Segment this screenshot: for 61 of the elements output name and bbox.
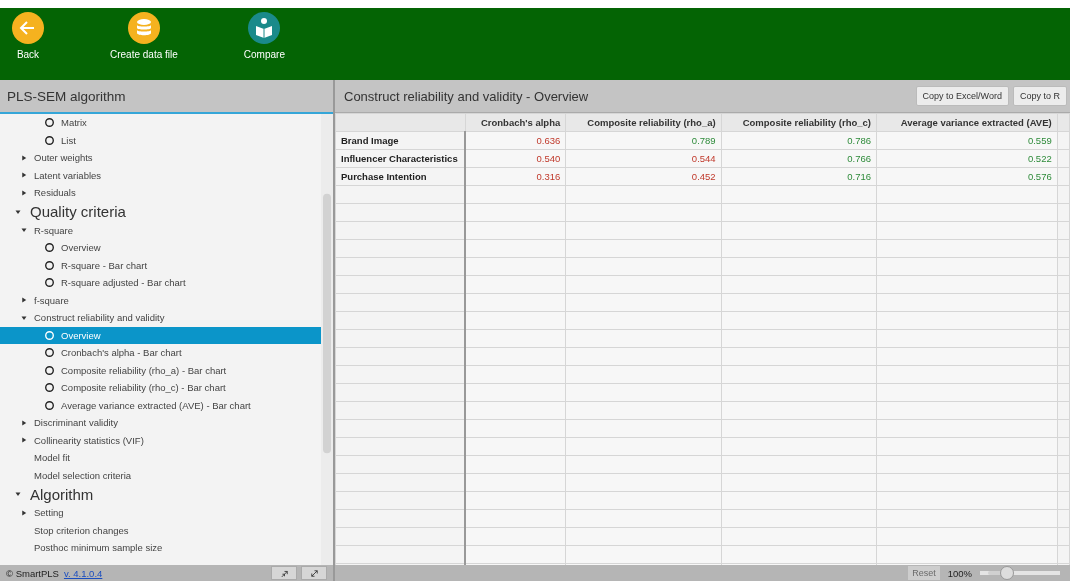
toolbar-button[interactable]: Back — [6, 8, 50, 60]
slider-thumb[interactable] — [1000, 566, 1014, 580]
database-icon — [127, 12, 160, 44]
radio-circle-icon — [44, 364, 55, 376]
tree-item[interactable]: R-square adjusted - Bar chart — [0, 274, 321, 292]
radio-circle-icon — [44, 382, 55, 394]
radio-circle-icon — [44, 259, 55, 271]
tree-item[interactable]: R-square - Bar chart — [0, 256, 321, 274]
copy-button[interactable]: Copy to R — [1012, 86, 1067, 106]
copy-button[interactable]: Copy to Excel/Word — [915, 86, 1009, 106]
tree-item[interactable]: R-square — [10, 221, 321, 239]
collapse-button[interactable] — [271, 566, 297, 580]
tree-item[interactable]: Model selection criteria — [10, 466, 321, 484]
radio-circle-icon — [44, 117, 55, 129]
row-header: Influencer Characteristics — [335, 149, 465, 168]
scrollbar[interactable] — [321, 114, 333, 565]
tree-item[interactable]: Matrix — [0, 114, 321, 132]
tree-section[interactable]: Algorithm — [0, 484, 321, 504]
radio-circle-icon — [44, 277, 55, 289]
tree-item[interactable]: Discriminant validity — [10, 414, 321, 432]
panel-title: Construct reliability and validity - Overview — [344, 88, 589, 104]
tree-item[interactable]: Latent variables — [10, 166, 321, 184]
expanded-arrow-icon[interactable] — [14, 490, 22, 498]
toolbar-button[interactable]: Create data file — [104, 8, 184, 60]
expand-button[interactable] — [301, 566, 327, 580]
radio-circle-icon — [44, 329, 55, 341]
radio-circle-icon — [44, 134, 55, 146]
tree-item[interactable]: Posthoc minimum sample size — [10, 539, 321, 557]
tree-item[interactable]: Residuals — [10, 184, 321, 202]
radio-circle-icon — [44, 399, 55, 411]
tree-item[interactable]: Overview — [0, 239, 321, 257]
tree-item[interactable]: Average variance extracted (AVE) - Bar chart — [0, 396, 321, 414]
tree-section[interactable]: Quality criteria — [0, 201, 321, 222]
tree-item[interactable]: Composite reliability (rho_c) - Bar chart — [0, 379, 321, 397]
tree-item[interactable]: Cronbach's alpha - Bar chart — [0, 344, 321, 362]
toolbar-button[interactable]: Compare — [237, 8, 291, 60]
zoom-percent: 100% — [947, 567, 972, 579]
collapsed-arrow-icon[interactable] — [20, 508, 28, 517]
version-link[interactable]: v. 4.1.0.4 — [63, 567, 103, 579]
row-header: Purchase Intention — [335, 167, 465, 186]
brand-label: © SmartPLS — [6, 567, 59, 579]
column-header[interactable]: Cronbach's alpha — [465, 113, 566, 132]
tree-item[interactable]: f-square — [10, 291, 321, 309]
tree-item[interactable]: Composite reliability (rho_a) - Bar chart — [0, 361, 321, 379]
column-header[interactable]: Composite reliability (rho_c) — [721, 113, 877, 132]
tree-item[interactable]: Construct reliability and validity — [10, 309, 321, 327]
tree-item[interactable]: List — [0, 131, 321, 149]
expand-arrows-icon — [308, 567, 320, 579]
tree-item[interactable]: Setting — [10, 504, 321, 522]
tree-item[interactable]: Collinearity statistics (VIF) — [10, 431, 321, 449]
row-header: Brand Image — [335, 131, 465, 150]
tree-item[interactable]: Outer weights — [10, 149, 321, 167]
tree-item[interactable]: Stop criterion changes — [10, 521, 321, 539]
tree-item[interactable]: Model fit — [10, 449, 321, 467]
radio-circle-icon — [44, 347, 55, 359]
radio-circle-icon — [44, 242, 55, 254]
open-book-icon — [248, 12, 281, 44]
column-header[interactable]: Composite reliability (rho_a) — [565, 113, 722, 132]
collapsed-arrow-icon[interactable] — [20, 296, 28, 305]
panel-title: PLS-SEM algorithm — [7, 88, 126, 104]
column-header[interactable]: Average variance extracted (AVE) — [876, 113, 1058, 132]
